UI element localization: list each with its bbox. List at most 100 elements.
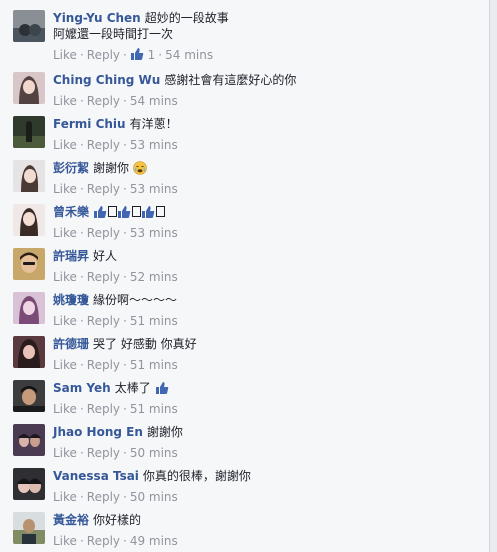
comment-item: 黃金裕 你好樣的 Like · Reply · 49 mins [0,506,489,550]
comment-author[interactable]: 許瑞昇 [53,249,89,263]
avatar[interactable] [13,72,45,104]
comment-text: 感謝社會有這麼好心的你 [164,73,297,87]
timestamp[interactable]: 52 mins [130,270,178,284]
crying-emoji-icon [133,161,147,179]
timestamp[interactable]: 50 mins [130,446,178,460]
comment-author[interactable]: 許德珊 [53,337,89,351]
comment-author[interactable]: Ching Ching Wu [53,73,160,87]
like-link[interactable]: Like [53,534,77,548]
avatar[interactable] [13,248,45,280]
comment-text: 你好樣的 [93,513,142,527]
comment-actions: Like · Reply · 49 mins [53,534,178,548]
avatar[interactable] [13,424,45,456]
comment-text: 有洋蔥！ [129,117,178,131]
timestamp[interactable]: 49 mins [130,534,178,548]
reply-link[interactable]: Reply [87,490,120,504]
thumbs-up-emoji-icon [93,205,107,223]
timestamp[interactable]: 51 mins [130,402,178,416]
reply-link[interactable]: Reply [87,270,120,284]
comment-actions: Like · Reply · 1 · 54 mins [53,47,214,62]
timestamp[interactable]: 54 mins [165,48,213,62]
thumbs-up-emoji-icon [117,205,131,223]
comment-actions: Like · Reply · 51 mins [53,402,178,416]
reply-link[interactable]: Reply [87,226,120,240]
comment-author[interactable]: 彭衍絜 [53,161,89,175]
comment-text: 謝謝你 [146,425,183,439]
like-link[interactable]: Like [53,48,77,62]
comment-author[interactable]: 黃金裕 [53,513,89,527]
comment-text: 緣份啊～～～～ [93,293,178,307]
comment-author[interactable]: Vanessa Tsai [53,469,139,483]
timestamp[interactable]: 53 mins [130,226,178,240]
timestamp[interactable]: 51 mins [130,314,178,328]
like-link[interactable]: Like [53,402,77,416]
like-link[interactable]: Like [53,182,77,196]
comment-text: 謝謝你 [93,161,130,175]
comment-author[interactable]: 曾禾樂 [53,205,89,219]
comment-text: 超妙的一段故事 [144,11,229,25]
avatar[interactable] [13,380,45,412]
timestamp[interactable]: 53 mins [130,138,178,152]
like-link[interactable]: Like [53,490,77,504]
reply-link[interactable]: Reply [87,446,120,460]
comment-author[interactable]: Ying-Yu Chen [53,11,141,25]
comment-actions: Like · Reply · 53 mins [53,226,178,240]
comment-actions: Like · Reply · 51 mins [53,358,178,372]
reply-link[interactable]: Reply [87,182,120,196]
comment-text: 你真的很棒，謝謝你 [142,469,251,483]
avatar[interactable] [13,292,45,324]
comment-author[interactable]: 姚瓊瓊 [53,293,89,307]
thumbs-up-icon[interactable] [130,47,144,61]
comment-item: 曾禾樂 Like · Reply · 53 mins [0,198,489,242]
reply-link[interactable]: Reply [87,402,120,416]
reply-link[interactable]: Reply [87,94,120,108]
comment-author[interactable]: Sam Yeh [53,381,111,395]
comment-item: 許德珊 哭了 好感動 你真好 Like · Reply · 51 mins [0,330,489,374]
timestamp[interactable]: 50 mins [130,490,178,504]
comment-actions: Like · Reply · 52 mins [53,270,178,284]
avatar[interactable] [13,160,45,192]
avatar[interactable] [13,512,45,544]
missing-glyph-icon [107,206,117,217]
avatar[interactable] [13,116,45,148]
avatar[interactable] [13,204,45,236]
comment-actions: Like · Reply · 53 mins [53,138,178,152]
timestamp[interactable]: 53 mins [130,182,178,196]
comment-actions: Like · Reply · 51 mins [53,314,178,328]
comment-text: 太棒了 [114,381,151,395]
missing-glyph-icon [155,206,165,217]
like-count[interactable]: 1 [148,48,156,62]
like-link[interactable]: Like [53,94,77,108]
comment-item: 彭衍絜 謝謝你 Like · Reply · 53 mins [0,154,489,198]
comment-item: Vanessa Tsai 你真的很棒，謝謝你 Like · Reply · 50 mins [0,462,489,506]
comment-author[interactable]: Fermi Chiu [53,117,126,131]
reply-link[interactable]: Reply [87,534,120,548]
like-link[interactable]: Like [53,314,77,328]
comment-text: 好人 [93,249,118,263]
like-link[interactable]: Like [53,138,77,152]
comment-item: 許瑞昇 好人 Like · Reply · 52 mins [0,242,489,286]
comment-item: Jhao Hong En 謝謝你 Like · Reply · 50 mins [0,418,489,462]
comments-panel: Ying-Yu Chen 超妙的一段故事 阿嬤還一段時間打一次 Like · Repl… [0,0,490,552]
comment-text-line2: 阿嬤還一段時間打一次 [53,27,174,41]
avatar[interactable] [13,10,45,42]
like-link[interactable]: Like [53,226,77,240]
comment-item: Fermi Chiu 有洋蔥！ Like · Reply · 53 mins [0,110,489,154]
timestamp[interactable]: 51 mins [130,358,178,372]
like-link[interactable]: Like [53,446,77,460]
timestamp[interactable]: 54 mins [130,94,178,108]
like-link[interactable]: Like [53,358,77,372]
reply-link[interactable]: Reply [87,314,120,328]
comment-text: 哭了 好感動 你真好 [93,337,197,351]
comment-author[interactable]: Jhao Hong En [53,425,143,439]
reply-link[interactable]: Reply [87,138,120,152]
reply-link[interactable]: Reply [87,48,120,62]
avatar[interactable] [13,468,45,500]
like-link[interactable]: Like [53,270,77,284]
missing-glyph-icon [131,206,141,217]
comment-item: Ying-Yu Chen 超妙的一段故事 阿嬤還一段時間打一次 Like · Repl… [0,4,489,62]
avatar[interactable] [13,336,45,368]
reply-link[interactable]: Reply [87,358,120,372]
comment-item: Sam Yeh 太棒了 Like · Reply · 51 mins [0,374,489,418]
comment-item: 姚瓊瓊 緣份啊～～～～ Like · Reply · 51 mins [0,286,489,330]
